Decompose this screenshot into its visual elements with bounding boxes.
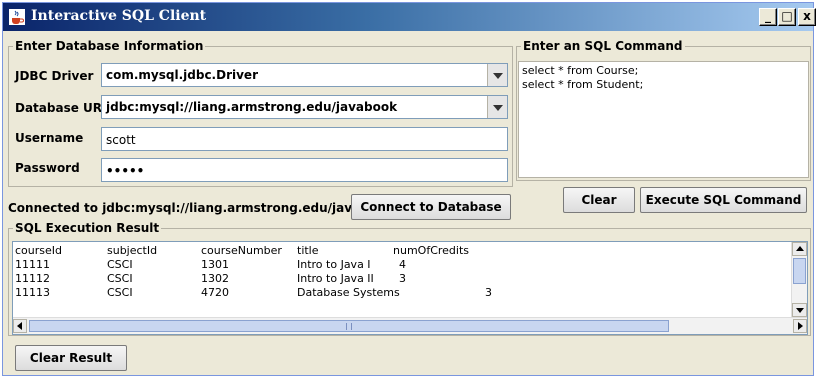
sql-line: select * from Course; xyxy=(522,64,639,77)
cell: 1301 xyxy=(201,258,229,271)
clear-sql-button[interactable]: Clear xyxy=(563,187,635,213)
vertical-scroll-thumb[interactable] xyxy=(793,258,806,284)
cell: 3 xyxy=(485,286,492,299)
jdbc-driver-label: JDBC Driver xyxy=(15,69,94,83)
cell: 11113 xyxy=(15,286,50,299)
close-button[interactable]: x xyxy=(798,8,816,26)
username-field[interactable]: scott xyxy=(101,127,508,151)
cell: 3 xyxy=(399,272,406,285)
cell: 11111 xyxy=(15,258,50,271)
column-header: courseId xyxy=(15,244,62,257)
execute-sql-command-button[interactable]: Execute SQL Command xyxy=(640,187,807,213)
cell: Intro to Java II xyxy=(297,272,374,285)
cell: CSCI xyxy=(107,286,133,299)
app-window: Interactive SQL Client _ □ x Enter Datab… xyxy=(2,2,816,376)
password-field[interactable]: ••••• xyxy=(101,158,508,182)
cell: 1302 xyxy=(201,272,229,285)
scroll-up-icon[interactable] xyxy=(792,242,807,256)
cell: CSCI xyxy=(107,272,133,285)
cell: 4 xyxy=(399,258,406,271)
title-bar[interactable]: Interactive SQL Client _ □ x xyxy=(3,3,816,31)
database-url-value: jdbc:mysql://liang.armstrong.edu/javaboo… xyxy=(106,100,398,114)
chevron-down-icon[interactable] xyxy=(487,96,507,118)
vertical-scrollbar[interactable] xyxy=(791,242,807,317)
horizontal-scrollbar[interactable] xyxy=(13,317,807,334)
maximize-button[interactable]: □ xyxy=(778,8,796,26)
scroll-down-icon[interactable] xyxy=(792,303,807,317)
sql-result-textarea[interactable]: courseId subjectId courseNumber title nu… xyxy=(12,241,808,335)
scroll-right-icon[interactable] xyxy=(793,319,807,333)
cell: Database Systems xyxy=(297,286,400,299)
sql-result-title: SQL Execution Result xyxy=(13,221,162,235)
grip-icon xyxy=(346,323,352,330)
column-header: numOfCredits xyxy=(393,244,470,257)
cell: Intro to Java I xyxy=(297,258,371,271)
column-header: title xyxy=(297,244,319,257)
sql-command-title: Enter an SQL Command xyxy=(521,39,685,53)
cell: 4720 xyxy=(201,286,229,299)
database-url-combo[interactable]: jdbc:mysql://liang.armstrong.edu/javaboo… xyxy=(101,95,508,119)
cell: CSCI xyxy=(107,258,133,271)
window-title: Interactive SQL Client xyxy=(31,8,207,24)
username-label: Username xyxy=(15,131,84,145)
database-info-title: Enter Database Information xyxy=(13,39,206,53)
database-url-label: Database URL xyxy=(15,101,110,115)
java-cup-icon xyxy=(9,9,25,25)
column-header: courseNumber xyxy=(201,244,282,257)
sql-command-textarea[interactable]: select * from Course; select * from Stud… xyxy=(518,61,809,178)
scroll-left-icon[interactable] xyxy=(13,319,27,333)
minimize-button[interactable]: _ xyxy=(759,8,777,26)
jdbc-driver-value: com.mysql.jdbc.Driver xyxy=(106,68,258,82)
cell: 11112 xyxy=(15,272,50,285)
connection-status: Connected to jdbc:mysql://liang.armstron… xyxy=(8,201,394,215)
column-header: subjectId xyxy=(107,244,158,257)
connect-to-database-button[interactable]: Connect to Database xyxy=(351,194,511,220)
clear-result-button[interactable]: Clear Result xyxy=(15,345,127,371)
password-label: Password xyxy=(15,161,80,175)
sql-line: select * from Student; xyxy=(522,78,644,91)
horizontal-scroll-thumb[interactable] xyxy=(29,320,669,332)
chevron-down-icon[interactable] xyxy=(487,64,507,86)
jdbc-driver-combo[interactable]: com.mysql.jdbc.Driver xyxy=(101,63,508,87)
